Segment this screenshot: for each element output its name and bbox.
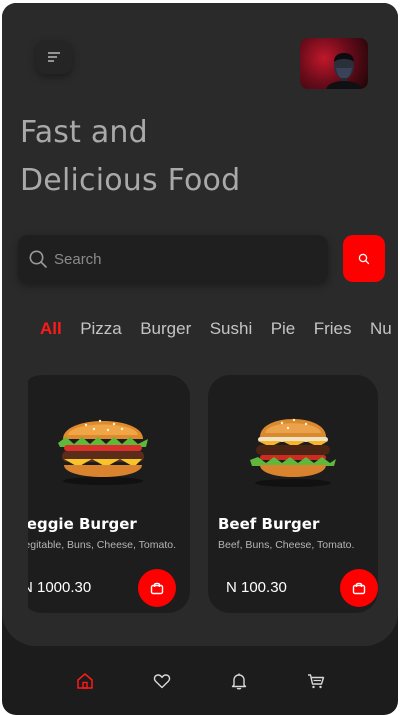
product-ingredients: Beef, Buns, Cheese, Tomato. bbox=[218, 539, 355, 551]
avatar[interactable] bbox=[300, 38, 368, 89]
profile-photo bbox=[326, 53, 362, 89]
menu-lines-icon bbox=[48, 52, 60, 62]
product-ingredients: Vegitable, Buns, Cheese, Tomato. bbox=[28, 539, 176, 551]
search-button[interactable] bbox=[343, 235, 385, 282]
nav-home[interactable] bbox=[73, 669, 97, 693]
page-title-line-1: Fast and bbox=[20, 115, 148, 150]
add-to-cart-button[interactable] bbox=[340, 569, 378, 607]
bottom-nav bbox=[2, 658, 398, 704]
shopping-bag-icon bbox=[352, 582, 366, 595]
product-carousel[interactable]: Veggie Burger Vegitable, Buns, Cheese, T… bbox=[28, 375, 378, 615]
heart-icon bbox=[153, 674, 170, 689]
home-icon bbox=[76, 673, 93, 689]
main-panel: Fast and Delicious Food All Pizza Burger… bbox=[2, 3, 398, 646]
page-title-line-2: Delicious Food bbox=[20, 163, 241, 198]
tab-pie[interactable]: Pie bbox=[271, 319, 296, 339]
search-bar[interactable] bbox=[18, 235, 328, 283]
nav-notifications[interactable] bbox=[227, 669, 251, 693]
search-icon bbox=[29, 250, 47, 268]
cart-icon bbox=[307, 674, 324, 689]
tab-pizza[interactable]: Pizza bbox=[80, 319, 122, 339]
page-title: Fast and Delicious Food bbox=[20, 109, 320, 205]
burger-image bbox=[58, 419, 148, 485]
nav-cart[interactable] bbox=[304, 669, 328, 693]
nav-favorites[interactable] bbox=[150, 669, 174, 693]
tab-fries[interactable]: Fries bbox=[314, 319, 352, 339]
add-to-cart-button[interactable] bbox=[138, 569, 176, 607]
category-tabs: All Pizza Burger Sushi Pie Fries Nu bbox=[40, 319, 398, 345]
product-title: Beef Burger bbox=[218, 515, 320, 533]
bell-icon bbox=[231, 673, 246, 690]
tab-sushi[interactable]: Sushi bbox=[210, 319, 253, 339]
burger-image bbox=[250, 418, 336, 487]
search-icon bbox=[358, 253, 370, 264]
product-price: N 100.30 bbox=[226, 579, 287, 596]
product-card[interactable]: Veggie Burger Vegitable, Buns, Cheese, T… bbox=[28, 375, 190, 613]
tab-burger[interactable]: Burger bbox=[140, 319, 191, 339]
tab-all[interactable]: All bbox=[40, 319, 62, 339]
menu-button[interactable] bbox=[36, 40, 72, 74]
search-input[interactable] bbox=[54, 250, 294, 268]
tab-nu[interactable]: Nu bbox=[370, 319, 392, 339]
product-card[interactable]: Beef Burger Beef, Buns, Cheese, Tomato. … bbox=[208, 375, 378, 613]
product-price: N 1000.30 bbox=[28, 579, 92, 596]
app-screen: Fast and Delicious Food All Pizza Burger… bbox=[2, 3, 398, 715]
shopping-bag-icon bbox=[150, 582, 164, 595]
product-title: Veggie Burger bbox=[28, 515, 137, 533]
